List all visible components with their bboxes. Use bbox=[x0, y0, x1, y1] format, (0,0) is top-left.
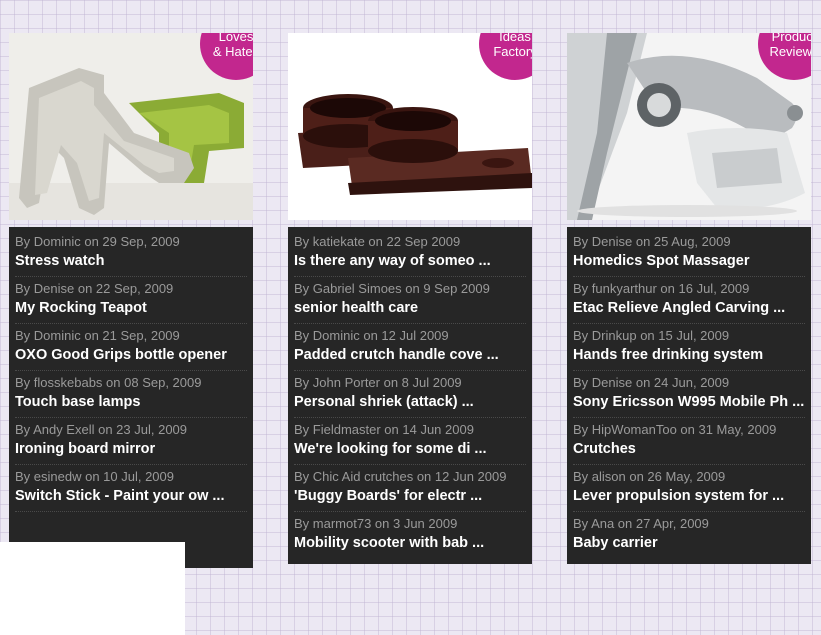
post-meta: By HipWomanToo on 31 May, 2009 bbox=[573, 422, 777, 437]
post-title-link[interactable]: OXO Good Grips bottle opener bbox=[15, 346, 247, 364]
white-overlay-box bbox=[0, 542, 185, 635]
list-item: By Denise on 24 Jun, 2009 Sony Ericsson … bbox=[573, 371, 805, 418]
post-title-link[interactable]: Lever propulsion system for ... bbox=[573, 487, 805, 505]
post-title-link[interactable]: Crutches bbox=[573, 440, 805, 458]
post-meta: By flosskebabs on 08 Sep, 2009 bbox=[15, 375, 202, 390]
post-meta: By funkyarthur on 16 Jul, 2009 bbox=[573, 281, 750, 296]
list-item: By Dominic on 12 Jul 2009 Padded crutch … bbox=[294, 324, 526, 371]
post-list: By Dominic on 29 Sep, 2009 Stress watch … bbox=[9, 227, 253, 568]
list-item: By John Porter on 8 Jul 2009 Personal sh… bbox=[294, 371, 526, 418]
post-title-link[interactable]: Baby carrier bbox=[573, 534, 805, 552]
list-item: By Denise on 25 Aug, 2009 Homedics Spot … bbox=[573, 230, 805, 277]
post-meta: By Drinkup on 15 Jul, 2009 bbox=[573, 328, 730, 343]
column-loves-hates: Loves & Hates By Dominic on 29 Sep, 2009… bbox=[9, 33, 253, 568]
post-title-link[interactable]: Homedics Spot Massager bbox=[573, 252, 805, 270]
list-item: By alison on 26 May, 2009 Lever propulsi… bbox=[573, 465, 805, 512]
list-item: By funkyarthur on 16 Jul, 2009 Etac Reli… bbox=[573, 277, 805, 324]
post-meta: By Chic Aid crutches on 12 Jun 2009 bbox=[294, 469, 507, 484]
post-list: By katiekate on 22 Sep 2009 Is there any… bbox=[288, 227, 532, 564]
list-item: By Ana on 27 Apr, 2009 Baby carrier bbox=[573, 512, 805, 558]
post-title-link[interactable]: senior health care bbox=[294, 299, 526, 317]
list-item: By Andy Exell on 23 Jul, 2009 Ironing bo… bbox=[15, 418, 247, 465]
product-image-chair[interactable]: Loves & Hates bbox=[9, 33, 253, 220]
list-item: By Drinkup on 15 Jul, 2009 Hands free dr… bbox=[573, 324, 805, 371]
post-meta: By Dominic on 12 Jul 2009 bbox=[294, 328, 449, 343]
post-title-link[interactable]: Ironing board mirror bbox=[15, 440, 247, 458]
badge-line-1: Loves bbox=[218, 33, 253, 44]
post-meta: By Denise on 22 Sep, 2009 bbox=[15, 281, 174, 296]
list-item: By Gabriel Simoes on 9 Sep 2009 senior h… bbox=[294, 277, 526, 324]
post-meta: By marmot73 on 3 Jun 2009 bbox=[294, 516, 458, 531]
product-image-massager[interactable]: Product Reviews bbox=[567, 33, 811, 220]
badge-line-2: Factory bbox=[493, 44, 532, 59]
badge-line-2: Reviews bbox=[769, 44, 811, 59]
badge-line-1: Ideas bbox=[499, 33, 531, 44]
column-ideas-factory: Ideas Factory By katiekate on 22 Sep 200… bbox=[288, 33, 532, 564]
post-title-link[interactable]: Stress watch bbox=[15, 252, 247, 270]
post-title-link[interactable]: Hands free drinking system bbox=[573, 346, 805, 364]
badge-line-1: Product bbox=[771, 33, 811, 44]
post-title-link[interactable]: Etac Relieve Angled Carving ... bbox=[573, 299, 805, 317]
post-title-link[interactable]: Personal shriek (attack) ... bbox=[294, 393, 526, 411]
post-meta: By Ana on 27 Apr, 2009 bbox=[573, 516, 709, 531]
post-meta: By John Porter on 8 Jul 2009 bbox=[294, 375, 462, 390]
post-title-link[interactable]: Sony Ericsson W995 Mobile Ph ... bbox=[573, 393, 805, 411]
list-item: By marmot73 on 3 Jun 2009 Mobility scoot… bbox=[294, 512, 526, 558]
post-meta: By katiekate on 22 Sep 2009 bbox=[294, 234, 461, 249]
list-item: By Fieldmaster on 14 Jun 2009 We're look… bbox=[294, 418, 526, 465]
list-item: By Dominic on 21 Sep, 2009 OXO Good Grip… bbox=[15, 324, 247, 371]
post-meta: By Gabriel Simoes on 9 Sep 2009 bbox=[294, 281, 490, 296]
list-item: By katiekate on 22 Sep 2009 Is there any… bbox=[294, 230, 526, 277]
post-title-link[interactable]: Switch Stick - Paint your ow ... bbox=[15, 487, 247, 505]
list-item: By flosskebabs on 08 Sep, 2009 Touch bas… bbox=[15, 371, 247, 418]
post-meta: By Denise on 25 Aug, 2009 bbox=[573, 234, 731, 249]
post-meta: By alison on 26 May, 2009 bbox=[573, 469, 726, 484]
post-title-link[interactable]: We're looking for some di ... bbox=[294, 440, 526, 458]
column-product-reviews: Product Reviews By Denise on 25 Aug, 200… bbox=[567, 33, 811, 564]
post-title-link[interactable]: 'Buggy Boards' for electr ... bbox=[294, 487, 526, 505]
post-list: By Denise on 25 Aug, 2009 Homedics Spot … bbox=[567, 227, 811, 564]
post-title-link[interactable]: Touch base lamps bbox=[15, 393, 247, 411]
post-title-link[interactable]: Padded crutch handle cove ... bbox=[294, 346, 526, 364]
list-item: By HipWomanToo on 31 May, 2009 Crutches bbox=[573, 418, 805, 465]
post-title-link[interactable]: Mobility scooter with bab ... bbox=[294, 534, 526, 552]
post-meta: By Dominic on 21 Sep, 2009 bbox=[15, 328, 180, 343]
list-item: By Dominic on 29 Sep, 2009 Stress watch bbox=[15, 230, 247, 277]
post-meta: By Andy Exell on 23 Jul, 2009 bbox=[15, 422, 188, 437]
badge-line-2: & Hates bbox=[212, 44, 253, 59]
list-item: By esinedw on 10 Jul, 2009 Switch Stick … bbox=[15, 465, 247, 512]
post-meta: By Fieldmaster on 14 Jun 2009 bbox=[294, 422, 474, 437]
product-image-cups[interactable]: Ideas Factory bbox=[288, 33, 532, 220]
post-title-link[interactable]: Is there any way of someo ... bbox=[294, 252, 526, 270]
list-item: By Denise on 22 Sep, 2009 My Rocking Tea… bbox=[15, 277, 247, 324]
post-meta: By Denise on 24 Jun, 2009 bbox=[573, 375, 730, 390]
post-title-link[interactable]: My Rocking Teapot bbox=[15, 299, 247, 317]
list-item: By Chic Aid crutches on 12 Jun 2009 'Bug… bbox=[294, 465, 526, 512]
post-meta: By Dominic on 29 Sep, 2009 bbox=[15, 234, 180, 249]
post-meta: By esinedw on 10 Jul, 2009 bbox=[15, 469, 174, 484]
